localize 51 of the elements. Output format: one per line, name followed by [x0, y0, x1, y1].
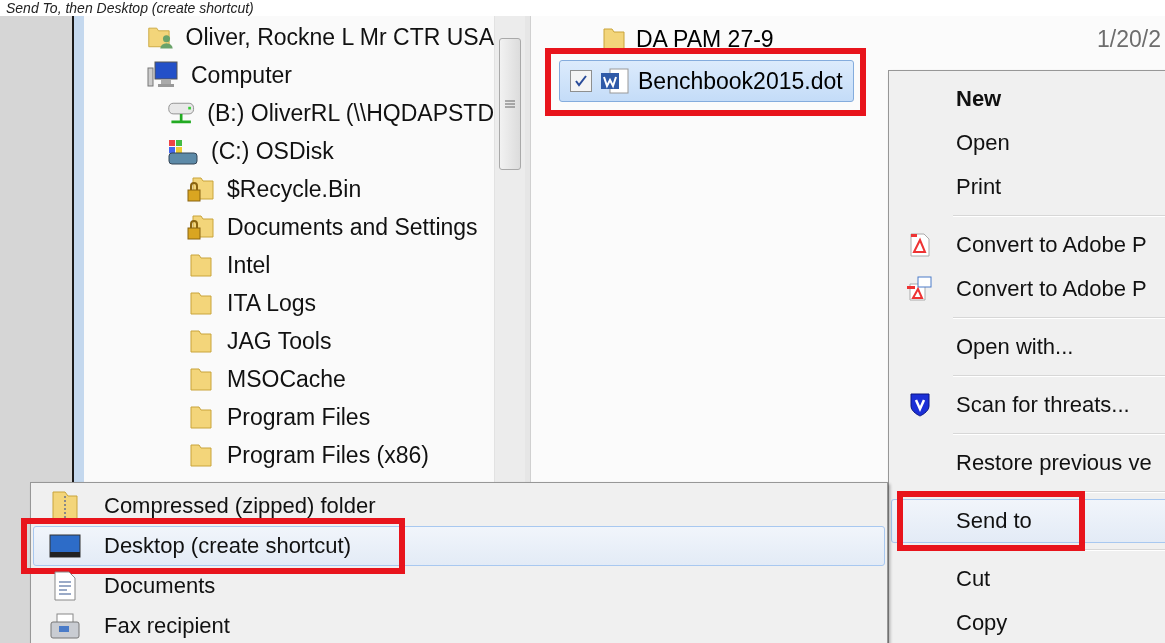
menu-item[interactable]: Restore previous ve — [891, 441, 1165, 485]
document-icon — [52, 570, 78, 602]
tree-item[interactable]: $Recycle.Bin — [84, 170, 494, 208]
fax-icon — [49, 612, 81, 640]
tree-item[interactable]: Intel — [84, 246, 494, 284]
menu-item[interactable]: Scan for threats... — [891, 383, 1165, 427]
folder-icon — [187, 441, 215, 469]
tree-item[interactable]: Documents and Settings — [84, 208, 494, 246]
file-item[interactable]: Benchbook2015.dot — [559, 60, 854, 102]
pdf-batch-icon — [907, 276, 933, 302]
monitor-icon — [49, 533, 81, 559]
computer-icon — [147, 60, 179, 90]
shield-icon — [909, 392, 931, 418]
tree-item[interactable]: Oliver, Rockne L Mr CTR USA — [84, 18, 494, 56]
scrollbar-thumb[interactable] — [499, 38, 521, 170]
menu-item[interactable]: Send to — [891, 499, 1165, 543]
locked-folder-icon — [187, 213, 215, 241]
tree-item[interactable]: (C:) OSDisk — [84, 132, 494, 170]
folder-icon — [187, 251, 215, 279]
menu-item[interactable]: New — [891, 77, 1165, 121]
grip-icon — [505, 99, 515, 109]
menu-item[interactable]: Convert to Adobe P — [891, 267, 1165, 311]
menu-item[interactable]: Open with... — [891, 325, 1165, 369]
date-text: 1/20/2 — [1097, 25, 1161, 53]
menu-item[interactable]: Open — [891, 121, 1165, 165]
folder-icon — [187, 365, 215, 393]
menu-item[interactable]: Documents — [33, 566, 885, 606]
tree-item[interactable]: Computer — [84, 56, 494, 94]
locked-folder-icon — [187, 175, 215, 203]
checkbox[interactable] — [570, 70, 592, 92]
tree-item[interactable]: (B:) OliverRL (\\HQDAPSTD — [84, 94, 494, 132]
tree-item[interactable]: Program Files — [84, 398, 494, 436]
menu-item[interactable]: Copy — [891, 601, 1165, 643]
folder-icon — [187, 403, 215, 431]
menu-item[interactable]: Print — [891, 165, 1165, 209]
file-item[interactable]: DA PAM 27-9 — [559, 18, 785, 60]
pdf-icon — [908, 232, 932, 258]
tree-item[interactable]: MSOCache — [84, 360, 494, 398]
menu-item[interactable]: Compressed (zipped) folder — [33, 486, 885, 526]
folder-icon — [187, 289, 215, 317]
menu-item[interactable]: Cut — [891, 557, 1165, 601]
tree-item[interactable]: ITA Logs — [84, 284, 494, 322]
tree-item[interactable]: Program Files (x86) — [84, 436, 494, 474]
caption: Send To, then Desktop (create shortcut) — [5, 0, 255, 16]
menu-item[interactable]: Desktop (create shortcut) — [33, 526, 885, 566]
menu-item[interactable]: Fax recipient — [33, 606, 885, 643]
menu-item[interactable]: Convert to Adobe P — [891, 223, 1165, 267]
checkmark-icon — [574, 74, 588, 88]
folder-icon — [187, 327, 215, 355]
word-document-icon — [600, 67, 630, 95]
tree-item[interactable]: JAG Tools — [84, 322, 494, 360]
